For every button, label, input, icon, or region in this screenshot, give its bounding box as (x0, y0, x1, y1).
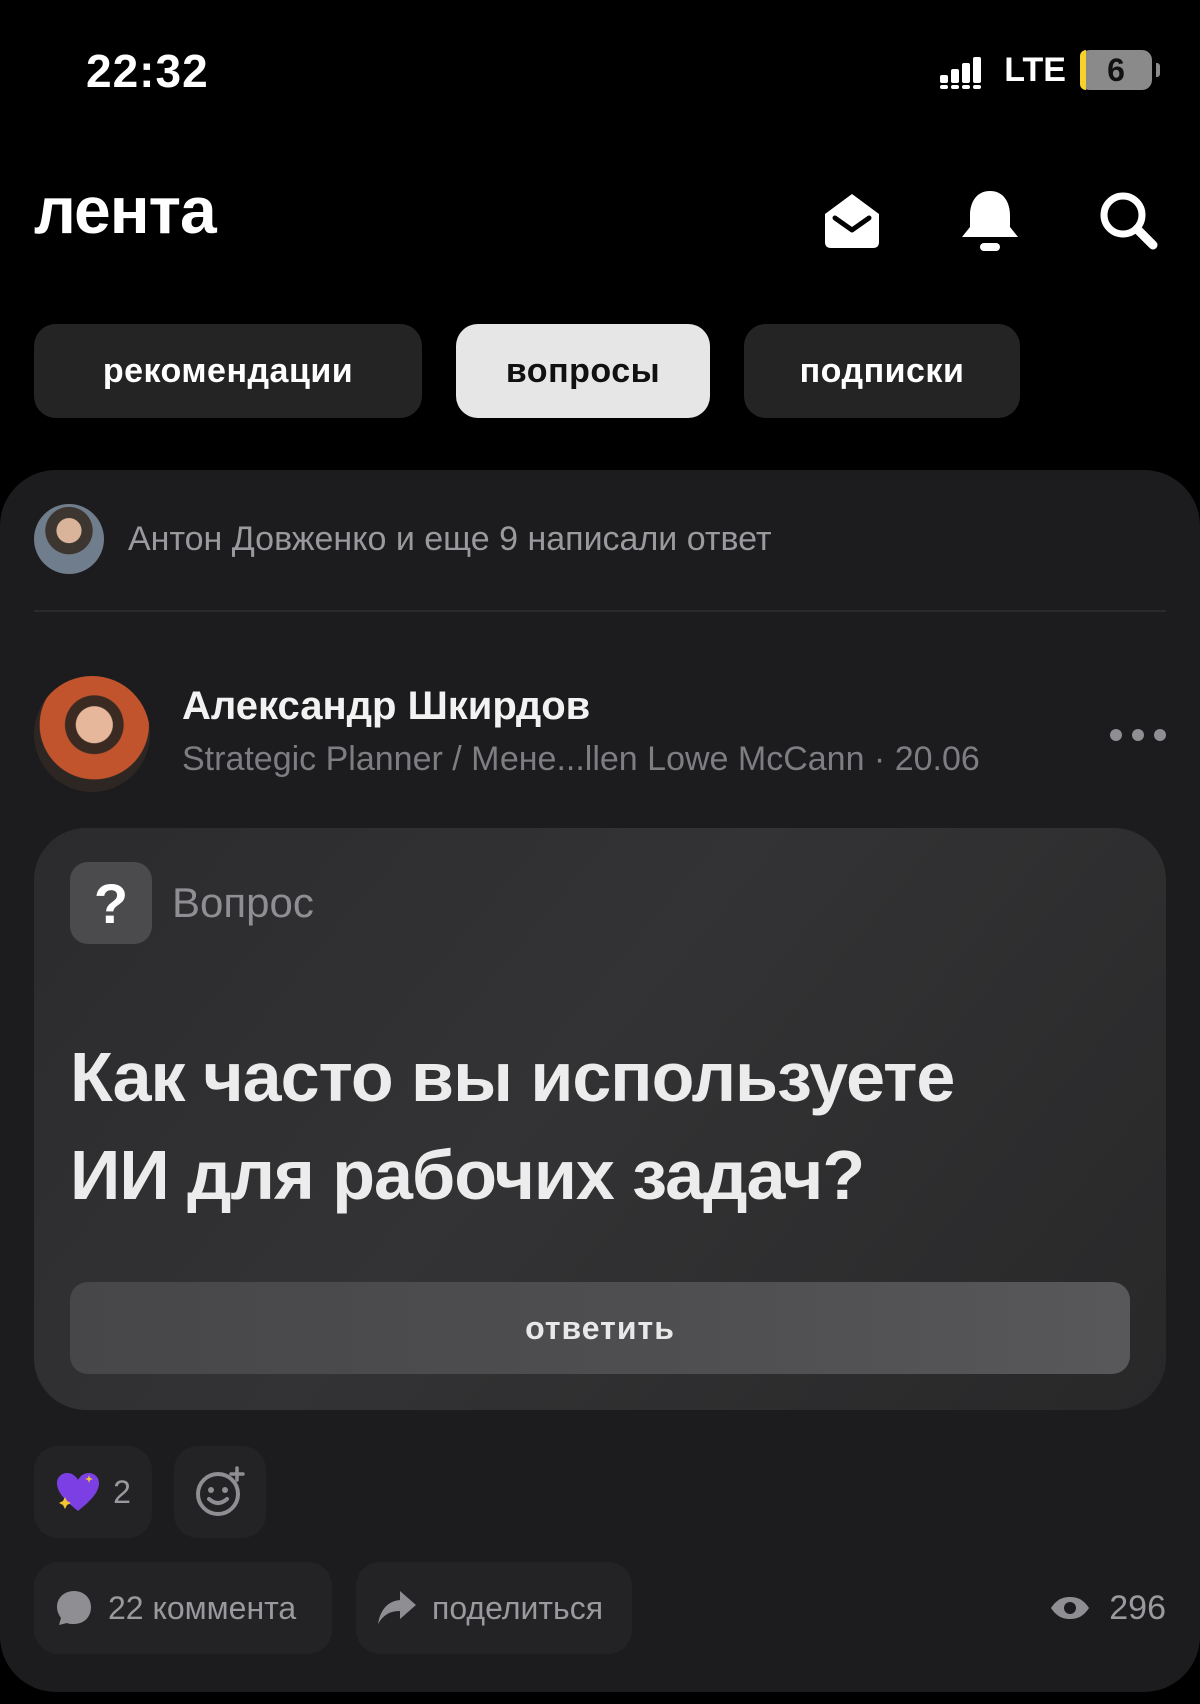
tab-recommendations[interactable]: рекомендации (34, 324, 422, 418)
actions-row: 22 коммента поделиться 296 (34, 1562, 1166, 1654)
network-label: LTE (1004, 50, 1066, 89)
battery-level: 6 (1107, 51, 1125, 88)
more-dot-icon (1154, 729, 1166, 741)
author-row: Александр Шкирдов Strategic Planner / Ме… (34, 676, 1166, 796)
add-emoji-icon (196, 1466, 245, 1516)
page-title: лента (34, 173, 217, 247)
comments-button[interactable]: 22 коммента (34, 1562, 332, 1654)
views-counter: 296 (1049, 1562, 1166, 1654)
question-label: ? Вопрос (70, 862, 314, 944)
heart-reaction-button[interactable]: 2 (34, 1446, 152, 1538)
screen: 22:32 LTE 6 лента рекомендации вопросы п… (0, 0, 1200, 1704)
more-dot-icon (1110, 729, 1122, 741)
avatar (34, 504, 104, 574)
bell-icon (962, 191, 1018, 251)
status-bar: 22:32 LTE 6 (0, 0, 1200, 150)
reactions-row: 2 (34, 1446, 266, 1538)
mail-icon (825, 194, 879, 248)
answer-button[interactable]: ответить (70, 1282, 1130, 1374)
views-count: 296 (1109, 1588, 1166, 1627)
divider (34, 610, 1166, 612)
search-button[interactable] (1090, 182, 1166, 258)
activity-row[interactable]: Антон Довженко и еще 9 написали ответ (34, 504, 1166, 574)
messages-button[interactable] (814, 182, 890, 258)
header: лента (0, 168, 1200, 258)
author-avatar[interactable] (34, 676, 150, 792)
question-text: Как часто вы используете ИИ для рабочих … (70, 1038, 955, 1214)
sparkle-heart-icon (57, 1473, 100, 1511)
header-actions (814, 182, 1166, 258)
activity-text: Антон Довженко и еще 9 написали ответ (128, 519, 772, 558)
share-label: поделиться (432, 1589, 604, 1626)
share-button[interactable]: поделиться (356, 1562, 632, 1654)
question-mark-icon: ? (70, 862, 152, 944)
author-name[interactable]: Александр Шкирдов (182, 684, 590, 729)
search-icon (1100, 192, 1158, 250)
status-indicators: LTE 6 (940, 50, 1160, 90)
battery-icon: 6 (1080, 50, 1160, 90)
signal-icon (940, 57, 982, 89)
post-card: Антон Довженко и еще 9 написали ответ Ал… (0, 470, 1200, 1692)
status-time: 22:32 (86, 45, 209, 97)
author-meta: Strategic Planner / Мене...llen Lowe McC… (182, 740, 980, 778)
notifications-button[interactable] (952, 182, 1028, 258)
share-icon (378, 1591, 416, 1624)
comments-label: 22 коммента (108, 1589, 297, 1626)
tab-subscriptions[interactable]: подписки (744, 324, 1020, 418)
heart-count: 2 (113, 1473, 131, 1510)
question-box: ? Вопрос Как часто вы используете ИИ для… (34, 828, 1166, 1410)
question-label-text: Вопрос (172, 879, 314, 926)
more-options-button[interactable] (1110, 720, 1166, 750)
add-reaction-button[interactable] (174, 1446, 266, 1538)
tab-questions[interactable]: вопросы (456, 324, 710, 418)
comment-icon (57, 1591, 91, 1625)
eye-icon (1051, 1597, 1090, 1619)
more-dot-icon (1132, 729, 1144, 741)
feed-tabs: рекомендации вопросы подписки (34, 324, 1020, 418)
